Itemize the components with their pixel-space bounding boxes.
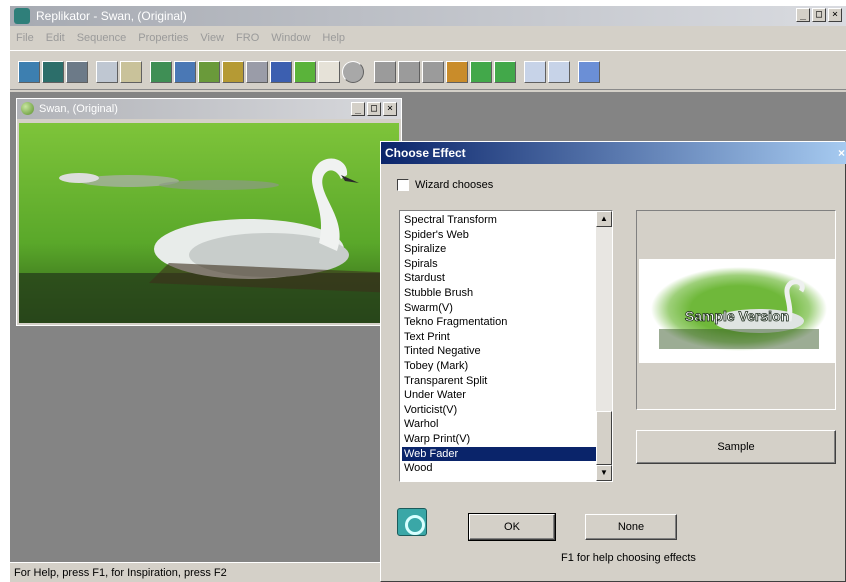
app-icon	[14, 8, 30, 24]
list-item[interactable]: Swarm(V)	[402, 301, 596, 316]
image-window-controls: _ □ ×	[351, 102, 397, 116]
list-item[interactable]: Tobey (Mark)	[402, 359, 596, 374]
disabled-tool-icon-1[interactable]	[374, 61, 396, 83]
print-icon[interactable]	[66, 61, 88, 83]
app-titlebar[interactable]: Replikator - Swan, (Original) _ □ ×	[10, 6, 846, 26]
minimize-button[interactable]: _	[796, 8, 810, 22]
list-item[interactable]: Stubble Brush	[402, 286, 596, 301]
preview-watermark: Sample Version	[685, 308, 789, 324]
list-item[interactable]: Warhol	[402, 417, 596, 432]
zoom-out-icon[interactable]	[548, 61, 570, 83]
toolbar	[10, 50, 846, 90]
list-item[interactable]: Wood	[402, 461, 596, 476]
list-item[interactable]: Tinted Negative	[402, 344, 596, 359]
effect-icon-2[interactable]	[174, 61, 196, 83]
menu-window[interactable]: Window	[271, 28, 310, 48]
checkmark-icon[interactable]	[294, 61, 316, 83]
forward-icon[interactable]	[470, 61, 492, 83]
wizard-chooses-option[interactable]: Wizard chooses	[397, 179, 493, 191]
list-item[interactable]: Text Print	[402, 330, 596, 345]
help-icon[interactable]	[397, 508, 427, 536]
menu-properties[interactable]: Properties	[138, 28, 188, 48]
effect-icon-3[interactable]	[198, 61, 220, 83]
sample-button[interactable]: Sample	[636, 430, 836, 464]
effects-list-items: Spectral Transform Spider's Web Spiraliz…	[402, 213, 596, 476]
list-item[interactable]: Tekno Fragmentation	[402, 315, 596, 330]
image-close-button[interactable]: ×	[383, 102, 397, 116]
save-icon[interactable]	[42, 61, 64, 83]
zoom-in-icon[interactable]	[524, 61, 546, 83]
menu-bar: File Edit Sequence Properties View FRO W…	[10, 28, 846, 48]
dialog-titlebar[interactable]: Choose Effect ×	[381, 142, 846, 164]
menu-edit[interactable]: Edit	[46, 28, 65, 48]
effects-list[interactable]: Spectral Transform Spider's Web Spiraliz…	[399, 210, 613, 482]
app-window-controls: _ □ ×	[796, 8, 842, 22]
list-item[interactable]: Under Water	[402, 388, 596, 403]
list-item[interactable]: Spirals	[402, 257, 596, 272]
menu-help[interactable]: Help	[322, 28, 345, 48]
disabled-tool-icon-3[interactable]	[422, 61, 444, 83]
list-item[interactable]: Spectral Transform	[402, 213, 596, 228]
image-window: Swan, (Original) _ □ ×	[16, 98, 402, 326]
status-text: For Help, press F1, for Inspiration, pre…	[14, 567, 227, 579]
scroll-down-icon[interactable]: ▼	[596, 465, 612, 481]
open-icon[interactable]	[18, 61, 40, 83]
swan-photo	[19, 123, 399, 323]
scroll-up-icon[interactable]: ▲	[596, 211, 612, 227]
close-button[interactable]: ×	[828, 8, 842, 22]
list-item[interactable]: Stardust	[402, 271, 596, 286]
effect-icon-6[interactable]	[270, 61, 292, 83]
window-icon[interactable]	[318, 61, 340, 83]
image-window-titlebar[interactable]: Swan, (Original) _ □ ×	[17, 99, 401, 119]
image-window-icon	[21, 102, 34, 115]
copy-icon[interactable]	[96, 61, 118, 83]
list-item[interactable]: Spiralize	[402, 242, 596, 257]
none-button[interactable]: None	[585, 514, 677, 540]
effect-icon-5[interactable]	[246, 61, 268, 83]
record-icon[interactable]	[342, 61, 364, 83]
wizard-checkbox[interactable]	[397, 179, 409, 191]
wizard-label: Wizard chooses	[415, 179, 494, 191]
menu-file[interactable]: File	[16, 28, 34, 48]
list-item-selected[interactable]: Web Fader	[402, 446, 596, 462]
maximize-button[interactable]: □	[812, 8, 826, 22]
image-maximize-button[interactable]: □	[367, 102, 381, 116]
image-minimize-button[interactable]: _	[351, 102, 365, 116]
crop-icon[interactable]	[446, 61, 468, 83]
list-item[interactable]: Warp Print(V)	[402, 432, 596, 447]
menu-fro[interactable]: FRO	[236, 28, 259, 48]
effects-scrollbar[interactable]: ▲ ▼	[596, 211, 612, 481]
swan-photo-graphic	[19, 123, 399, 323]
paste-icon[interactable]	[120, 61, 142, 83]
dialog-title: Choose Effect	[385, 146, 466, 160]
list-item[interactable]: Spider's Web	[402, 228, 596, 243]
next-icon[interactable]	[494, 61, 516, 83]
choose-effect-dialog: Choose Effect × Wizard chooses Spectral …	[380, 141, 846, 582]
preview-text-layer: Sample Version	[684, 308, 789, 325]
effect-icon-1[interactable]	[150, 61, 172, 83]
ok-button[interactable]: OK	[468, 513, 556, 541]
fullscreen-icon[interactable]	[578, 61, 600, 83]
help-hint-text: F1 for help choosing effects	[561, 552, 696, 564]
effect-preview: Sample Version	[636, 210, 836, 410]
list-item[interactable]: Vorticist(V)	[402, 403, 596, 418]
menu-view[interactable]: View	[200, 28, 224, 48]
image-window-title: Swan, (Original)	[39, 103, 118, 115]
list-item[interactable]: Transparent Split	[402, 374, 596, 389]
dialog-close-button[interactable]: ×	[838, 146, 845, 160]
scroll-thumb[interactable]	[596, 411, 612, 465]
menu-sequence[interactable]: Sequence	[77, 28, 127, 48]
effect-icon-4[interactable]	[222, 61, 244, 83]
app-title: Replikator - Swan, (Original)	[36, 9, 187, 23]
disabled-tool-icon-2[interactable]	[398, 61, 420, 83]
